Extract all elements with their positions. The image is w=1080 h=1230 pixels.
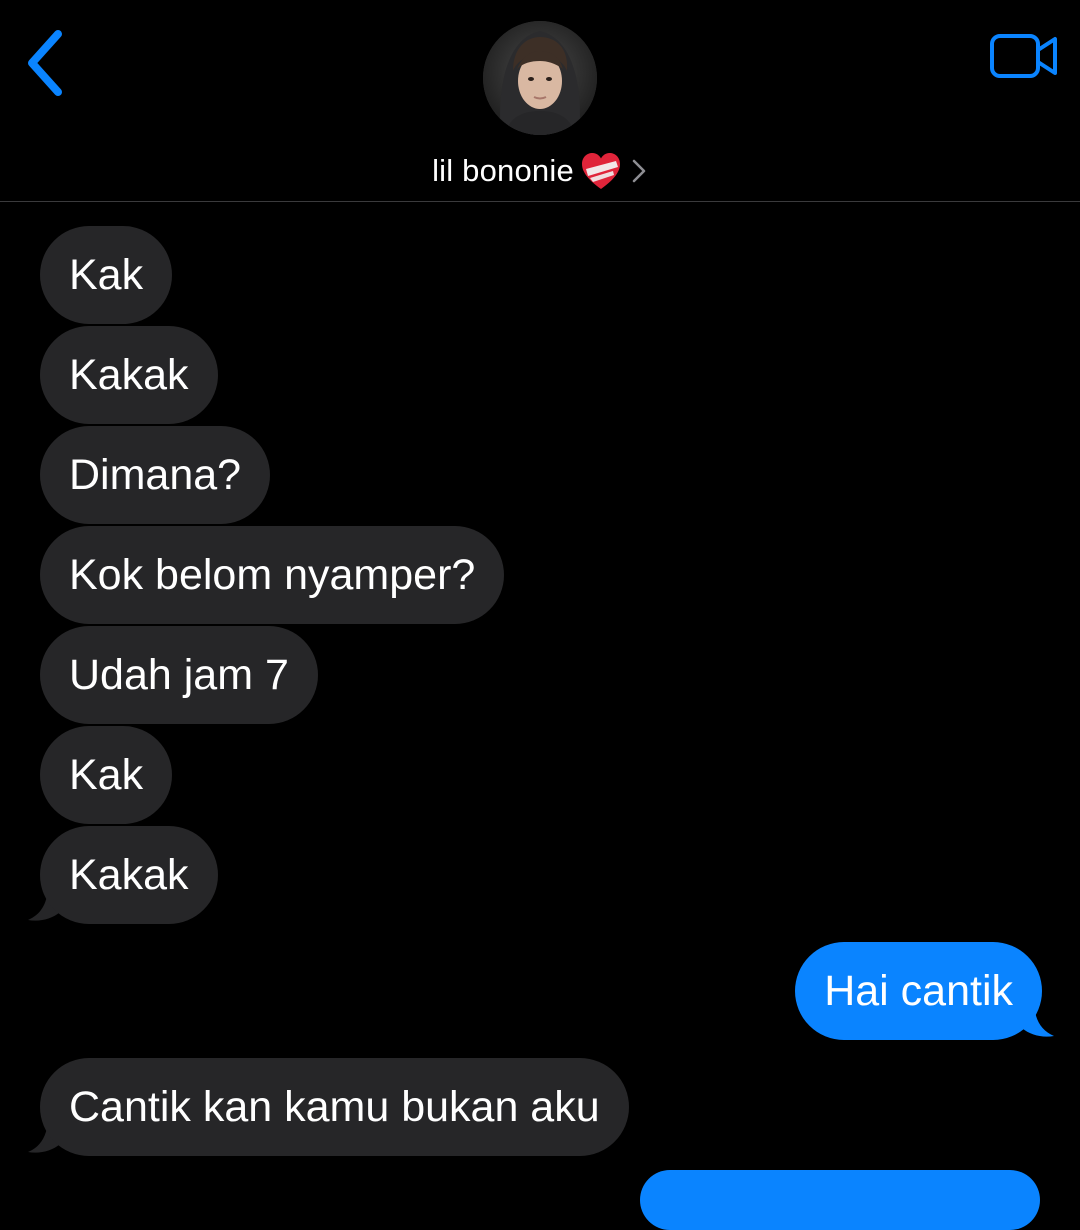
conversation-header: lil bononie [0,0,1080,202]
message-bubble[interactable]: Udah jam 7 [40,626,318,724]
chevron-right-icon [630,156,648,186]
message-bubble[interactable]: Dimana? [40,426,271,524]
message-text: Kak [69,251,144,299]
message-text: Kak [69,751,144,799]
message-text: Hai cantik [824,967,1013,1015]
message-text: Kakak [69,351,189,399]
message-text: Kok belom nyamper? [69,551,476,599]
message-text: Dimana? [69,451,242,499]
message-text: Udah jam 7 [69,651,289,699]
chevron-left-icon [28,30,62,96]
message-bubble[interactable]: Kakak [40,326,218,424]
message-bubble[interactable]: Kak [40,726,173,824]
message-text: Cantik kan kamu bukan aku [69,1083,600,1131]
contact-name: lil bononie [432,153,574,188]
back-button[interactable] [14,26,74,100]
avatar-photo [483,21,597,135]
mending-heart-icon [580,151,622,191]
message-bubble[interactable]: Kok belom nyamper? [40,526,505,624]
message-bubble-sent[interactable]: Hai cantik [795,942,1042,1040]
message-text: Kakak [69,851,189,899]
message-bubble[interactable]: Cantik kan kamu bukan aku [40,1058,629,1156]
message-bubble[interactable]: Kak [40,226,173,324]
contact-avatar[interactable] [483,21,597,135]
message-bubble-sent-partial [640,1170,1040,1230]
video-call-button[interactable] [984,26,1064,86]
contact-name-button[interactable]: lil bononie [0,148,1080,194]
video-camera-icon [990,34,1057,78]
message-bubble[interactable]: Kakak [40,826,218,924]
